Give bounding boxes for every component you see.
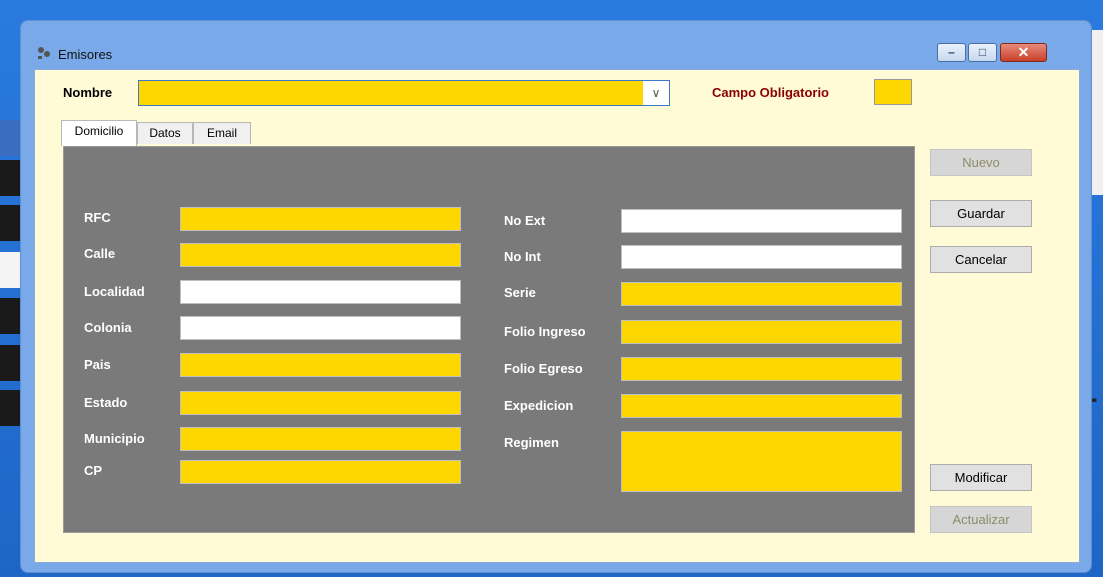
no-ext-label: No Ext — [504, 213, 546, 228]
guardar-button[interactable]: Guardar — [930, 200, 1032, 227]
minimize-icon: – — [948, 45, 955, 59]
colonia-field[interactable] — [180, 316, 461, 340]
folio-ingreso-field[interactable] — [621, 320, 902, 344]
required-color-swatch — [874, 79, 912, 105]
cp-label: CP — [84, 463, 103, 478]
no-ext-field[interactable] — [621, 209, 902, 233]
municipio-field[interactable] — [180, 427, 461, 451]
title-bar[interactable]: Emisores – □ ✕ — [21, 21, 1091, 69]
campo-obligatorio-label: Campo Obligatorio — [712, 85, 829, 100]
folio-egreso-field[interactable] — [621, 357, 902, 381]
folio-ingreso-label: Folio Ingreso — [504, 324, 586, 339]
localidad-field[interactable] — [180, 280, 461, 304]
estado-field[interactable] — [180, 391, 461, 415]
no-int-field[interactable] — [621, 245, 902, 269]
rfc-label: RFC — [84, 210, 111, 225]
tab-datos[interactable]: Datos — [137, 122, 193, 144]
tab-email[interactable]: Email — [193, 122, 251, 144]
nombre-label: Nombre — [63, 85, 113, 100]
tab-domicilio[interactable]: Domicilio — [61, 120, 137, 146]
cp-field[interactable] — [180, 460, 461, 484]
expedicion-label: Expedicion — [504, 398, 574, 413]
emisores-window: Emisores – □ ✕ Nombre ∨ Campo Obligatori… — [20, 20, 1092, 573]
nombre-combobox[interactable]: ∨ — [138, 80, 670, 106]
rfc-field[interactable] — [180, 207, 461, 231]
domicilio-panel: RFC Calle Localidad Colonia Pais Estado … — [63, 146, 915, 533]
pais-label: Pais — [84, 357, 111, 372]
calle-label: Calle — [84, 246, 116, 261]
minimize-button[interactable]: – — [937, 43, 966, 62]
localidad-label: Localidad — [84, 284, 145, 299]
calle-field[interactable] — [180, 243, 461, 267]
close-button[interactable]: ✕ — [1000, 43, 1047, 62]
pais-field[interactable] — [180, 353, 461, 377]
regimen-field[interactable] — [621, 431, 902, 492]
close-icon: ✕ — [1017, 44, 1030, 60]
serie-field[interactable] — [621, 282, 902, 306]
modificar-button[interactable]: Modificar — [930, 464, 1032, 491]
app-icon — [35, 44, 53, 62]
expedicion-field[interactable] — [621, 394, 902, 418]
municipio-label: Municipio — [84, 431, 145, 446]
no-int-label: No Int — [504, 249, 541, 264]
chevron-down-icon[interactable]: ∨ — [643, 81, 669, 105]
maximize-icon: □ — [978, 45, 987, 59]
form-client-area: Nombre ∨ Campo Obligatorio Domicilio Dat… — [34, 69, 1080, 563]
maximize-button[interactable]: □ — [968, 43, 997, 62]
folio-egreso-label: Folio Egreso — [504, 361, 583, 376]
actualizar-button[interactable]: Actualizar — [930, 506, 1032, 533]
serie-label: Serie — [504, 285, 536, 300]
window-title: Emisores — [58, 47, 113, 62]
regimen-label: Regimen — [504, 435, 559, 450]
nuevo-button[interactable]: Nuevo — [930, 149, 1032, 176]
cancelar-button[interactable]: Cancelar — [930, 246, 1032, 273]
colonia-label: Colonia — [84, 320, 132, 335]
estado-label: Estado — [84, 395, 128, 410]
